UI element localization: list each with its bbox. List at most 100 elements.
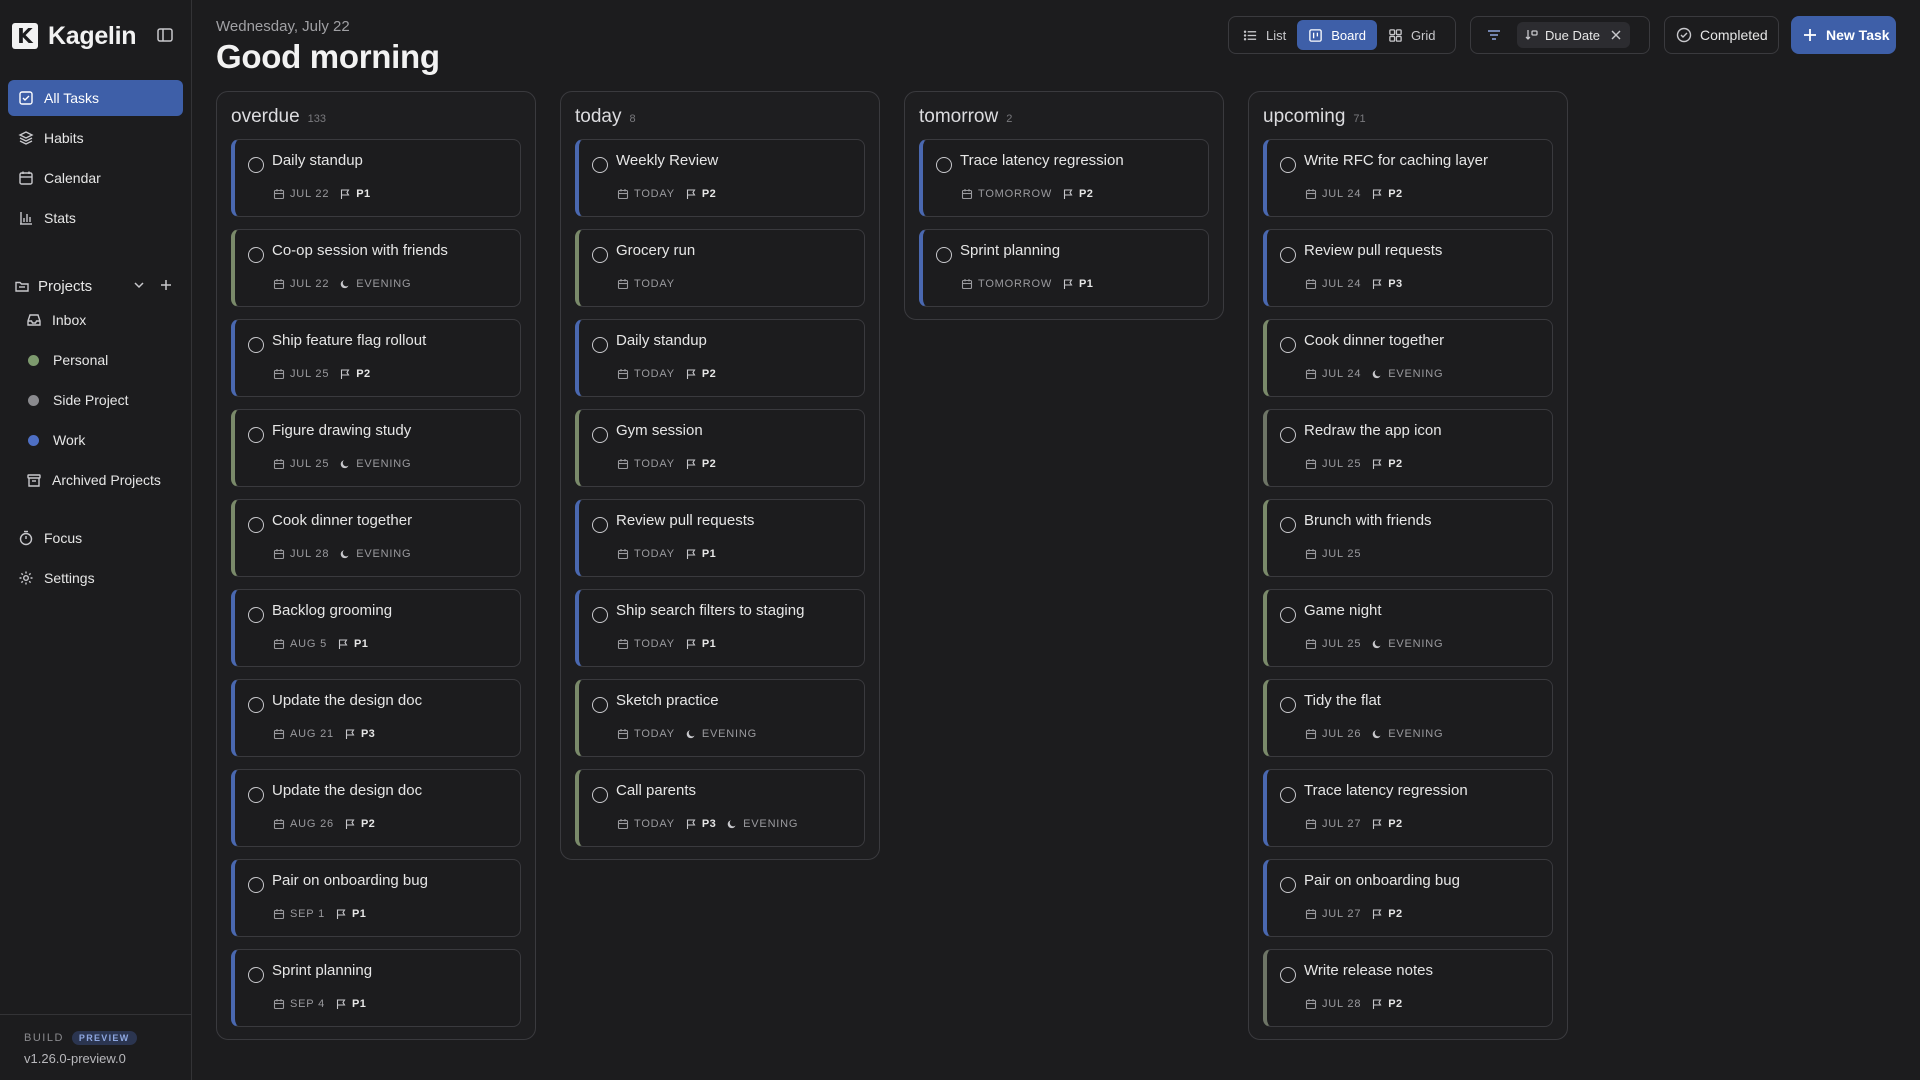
task-card[interactable]: Write RFC for caching layer JUL 24 P2 (1263, 139, 1553, 217)
task-card[interactable]: Call parents TODAY P3 EVENING (575, 769, 865, 847)
task-checkbox[interactable] (592, 157, 608, 173)
project-item-side-project[interactable]: Side Project (18, 380, 178, 420)
project-item-personal[interactable]: Personal (18, 340, 178, 380)
task-checkbox[interactable] (1280, 517, 1296, 533)
task-checkbox[interactable] (936, 247, 952, 263)
sort-chip[interactable]: Due Date (1517, 22, 1630, 48)
task-card[interactable]: Gym session TODAY P2 (575, 409, 865, 487)
priority-badge: P1 (685, 548, 716, 560)
task-checkbox[interactable] (248, 967, 264, 983)
sidebar-item-calendar[interactable]: Calendar (8, 160, 183, 196)
view-grid-button[interactable]: Grid (1377, 20, 1447, 50)
task-checkbox[interactable] (248, 247, 264, 263)
task-card[interactable]: Redraw the app icon JUL 25 P2 (1263, 409, 1553, 487)
task-checkbox[interactable] (592, 337, 608, 353)
task-checkbox[interactable] (592, 247, 608, 263)
sidebar-item-all-tasks[interactable]: All Tasks (8, 80, 183, 116)
sidebar-item-habits[interactable]: Habits (8, 120, 183, 156)
task-card[interactable]: Cook dinner together JUL 24 EVENING (1263, 319, 1553, 397)
task-card[interactable]: Write release notes JUL 28 P2 (1263, 949, 1553, 1027)
task-card[interactable]: Pair on onboarding bug JUL 27 P2 (1263, 859, 1553, 937)
task-checkbox[interactable] (1280, 157, 1296, 173)
task-checkbox[interactable] (592, 607, 608, 623)
task-card[interactable]: Review pull requests JUL 24 P3 (1263, 229, 1553, 307)
evening-label: EVENING (701, 728, 758, 740)
task-card[interactable]: Brunch with friends JUL 25 (1263, 499, 1553, 577)
sidebar-item-stats[interactable]: Stats (8, 200, 183, 236)
project-item-archived-projects[interactable]: Archived Projects (18, 460, 178, 500)
sidebar-item-settings[interactable]: Settings (8, 560, 183, 596)
task-checkbox[interactable] (936, 157, 952, 173)
calendar-icon (617, 639, 629, 650)
view-board-button[interactable]: Board (1297, 20, 1377, 50)
evening-label: EVENING (1388, 728, 1444, 740)
flag-icon (1373, 459, 1382, 469)
task-checkbox[interactable] (1280, 787, 1296, 803)
projects-header[interactable]: Projects (14, 272, 180, 300)
chevron-down-icon[interactable] (132, 278, 146, 292)
due-date: JUL 25 (290, 368, 330, 380)
task-card[interactable]: Pair on onboarding bug SEP 1 P1 (231, 859, 521, 937)
task-checkbox[interactable] (592, 787, 608, 803)
task-checkbox[interactable] (248, 157, 264, 173)
task-checkbox[interactable] (592, 697, 608, 713)
column-header: overdue 133 (231, 92, 521, 139)
evening-label: EVENING (1388, 368, 1444, 380)
filter-icon[interactable] (1485, 26, 1503, 44)
sidebar-item-label: Focus (44, 530, 83, 546)
task-checkbox[interactable] (248, 427, 264, 443)
task-checkbox[interactable] (1280, 877, 1296, 893)
task-card[interactable]: Ship search filters to staging TODAY P1 (575, 589, 865, 667)
task-card[interactable]: Sketch practice TODAY EVENING (575, 679, 865, 757)
task-card[interactable]: Update the design doc AUG 21 P3 (231, 679, 521, 757)
task-card[interactable]: Daily standup TODAY P2 (575, 319, 865, 397)
task-card[interactable]: Trace latency regression JUL 27 P2 (1263, 769, 1553, 847)
task-card[interactable]: Sprint planning TOMORROW P1 (919, 229, 1209, 307)
project-item-inbox[interactable]: Inbox (18, 300, 178, 340)
calendar-icon (273, 549, 285, 560)
task-card[interactable]: Trace latency regression TOMORROW P2 (919, 139, 1209, 217)
due-date: JUL 28 (1322, 998, 1362, 1010)
task-checkbox[interactable] (248, 787, 264, 803)
view-list-button[interactable]: List (1232, 20, 1297, 50)
task-checkbox[interactable] (592, 517, 608, 533)
task-card[interactable]: Review pull requests TODAY P1 (575, 499, 865, 577)
task-card[interactable]: Backlog grooming AUG 5 P1 (231, 589, 521, 667)
due-date: TOMORROW (978, 278, 1053, 290)
task-checkbox[interactable] (1280, 697, 1296, 713)
task-checkbox[interactable] (1280, 967, 1296, 983)
task-checkbox[interactable] (248, 877, 264, 893)
task-checkbox[interactable] (248, 607, 264, 623)
task-card[interactable]: Ship feature flag rollout JUL 25 P2 (231, 319, 521, 397)
task-checkbox[interactable] (1280, 337, 1296, 353)
task-checkbox[interactable] (248, 337, 264, 353)
task-checkbox[interactable] (1280, 427, 1296, 443)
priority-label: P2 (1388, 908, 1403, 920)
task-card[interactable]: Figure drawing study JUL 25 EVENING (231, 409, 521, 487)
new-task-button[interactable]: New Task (1791, 16, 1896, 54)
task-checkbox[interactable] (592, 427, 608, 443)
moon-icon (1372, 640, 1381, 649)
completed-toggle-button[interactable]: Completed (1664, 16, 1779, 54)
task-checkbox[interactable] (1280, 247, 1296, 263)
task-checkbox[interactable] (248, 697, 264, 713)
task-card[interactable]: Sprint planning SEP 4 P1 (231, 949, 521, 1027)
sidebar-item-focus[interactable]: Focus (8, 520, 183, 556)
due-date: TODAY (634, 188, 675, 200)
task-card[interactable]: Game night JUL 25 EVENING (1263, 589, 1553, 667)
task-card[interactable]: Weekly Review TODAY P2 (575, 139, 865, 217)
sidebar-toggle-icon[interactable] (156, 26, 174, 44)
task-card[interactable]: Grocery run TODAY (575, 229, 865, 307)
add-project-icon[interactable] (158, 277, 174, 293)
task-card[interactable]: Daily standup JUL 22 P1 (231, 139, 521, 217)
task-card[interactable]: Cook dinner together JUL 28 EVENING (231, 499, 521, 577)
project-label: Side Project (53, 392, 129, 408)
task-checkbox[interactable] (1280, 607, 1296, 623)
project-item-work[interactable]: Work (18, 420, 178, 460)
task-checkbox[interactable] (248, 517, 264, 533)
evening-label: EVENING (356, 548, 412, 560)
task-card[interactable]: Tidy the flat JUL 26 EVENING (1263, 679, 1553, 757)
task-card[interactable]: Co-op session with friends JUL 22 EVENING (231, 229, 521, 307)
close-icon[interactable] (1610, 29, 1622, 41)
task-card[interactable]: Update the design doc AUG 26 P2 (231, 769, 521, 847)
